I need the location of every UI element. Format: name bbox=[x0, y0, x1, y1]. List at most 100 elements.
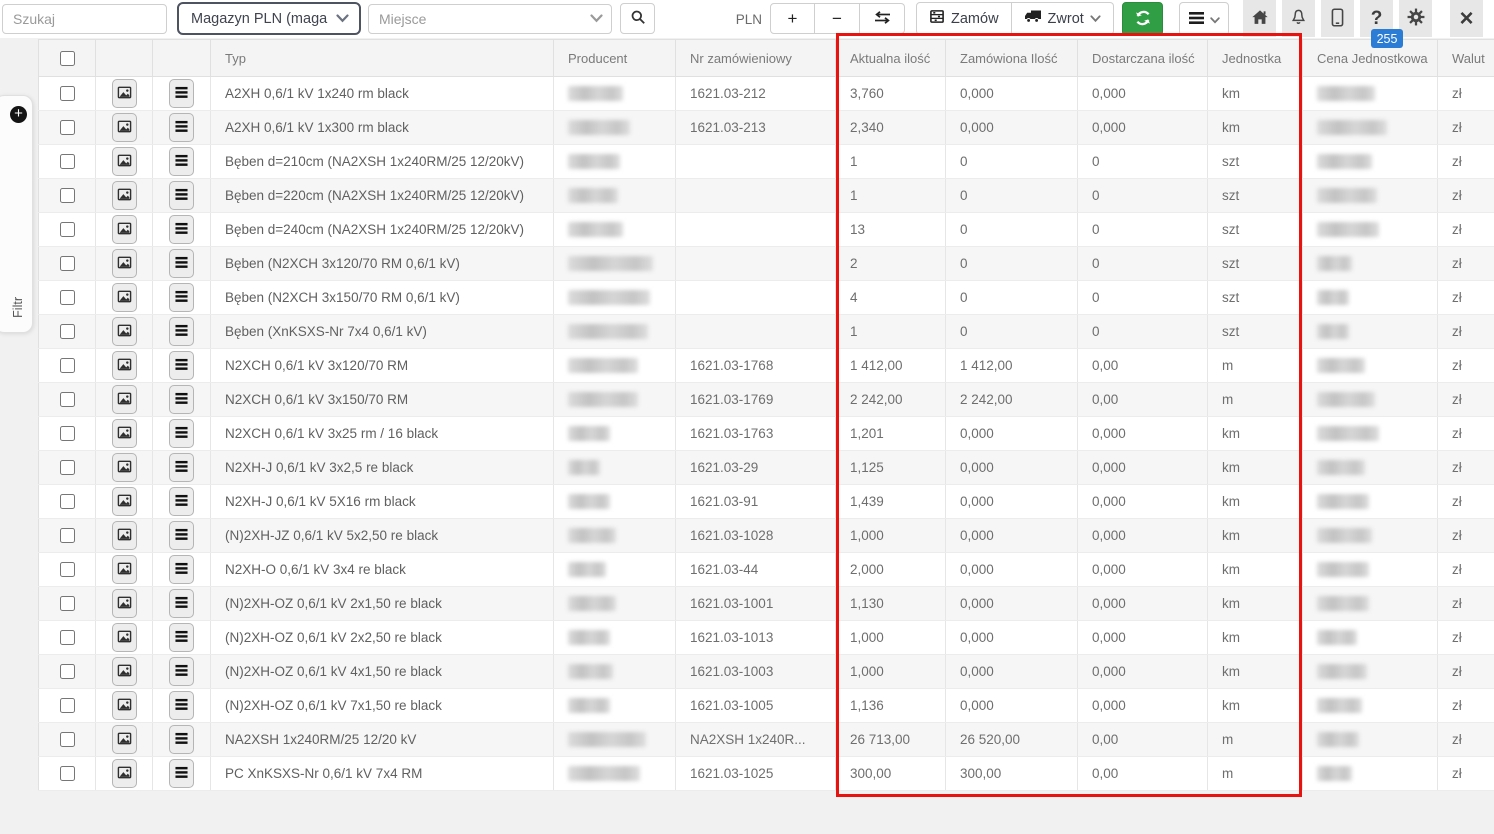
row-checkbox[interactable] bbox=[60, 664, 75, 679]
column-header-jednostka[interactable]: Jednostka bbox=[1208, 40, 1303, 77]
row-menu-button[interactable] bbox=[169, 113, 194, 142]
row-menu-button[interactable] bbox=[169, 555, 194, 584]
column-header-producent[interactable]: Producent bbox=[554, 40, 676, 77]
row-checkbox[interactable] bbox=[60, 86, 75, 101]
row-checkbox[interactable] bbox=[60, 766, 75, 781]
table-row[interactable]: Bęben (N2XCH 3x150/70 RM 0,6/1 kV)400szt… bbox=[39, 281, 1494, 315]
warehouse-select[interactable]: Magazyn PLN (maga bbox=[177, 2, 361, 35]
row-checkbox[interactable] bbox=[60, 528, 75, 543]
table-row[interactable]: Bęben (XnKSXS-Nr 7x4 0,6/1 kV)100sztzł bbox=[39, 315, 1494, 349]
image-button[interactable] bbox=[112, 555, 137, 584]
list-menu-button[interactable] bbox=[1179, 2, 1229, 36]
row-checkbox[interactable] bbox=[60, 324, 75, 339]
table-row[interactable]: (N)2XH-OZ 0,6/1 kV 2x1,50 re black1621.0… bbox=[39, 587, 1494, 621]
image-button[interactable] bbox=[112, 147, 137, 176]
table-row[interactable]: Bęben d=240cm (NA2XSH 1x240RM/25 12/20kV… bbox=[39, 213, 1494, 247]
row-menu-button[interactable] bbox=[169, 589, 194, 618]
row-menu-button[interactable] bbox=[169, 181, 194, 210]
image-button[interactable] bbox=[112, 249, 137, 278]
row-menu-button[interactable] bbox=[169, 79, 194, 108]
column-header-waluta[interactable]: Walut bbox=[1438, 40, 1494, 77]
table-row[interactable]: PC XnKSXS-Nr 0,6/1 kV 7x4 RM1621.03-1025… bbox=[39, 757, 1494, 791]
image-button[interactable] bbox=[112, 181, 137, 210]
table-row[interactable]: (N)2XH-OZ 0,6/1 kV 2x2,50 re black1621.0… bbox=[39, 621, 1494, 655]
table-row[interactable]: Bęben (N2XCH 3x120/70 RM 0,6/1 kV)200szt… bbox=[39, 247, 1494, 281]
row-checkbox[interactable] bbox=[60, 222, 75, 237]
row-menu-button[interactable] bbox=[169, 487, 194, 516]
row-checkbox[interactable] bbox=[60, 562, 75, 577]
order-button[interactable]: Zamów bbox=[916, 2, 1012, 35]
table-row[interactable]: N2XCH 0,6/1 kV 3x25 rm / 16 black1621.03… bbox=[39, 417, 1494, 451]
table-row[interactable]: (N)2XH-OZ 0,6/1 kV 4x1,50 re black1621.0… bbox=[39, 655, 1494, 689]
row-checkbox[interactable] bbox=[60, 596, 75, 611]
image-button[interactable] bbox=[112, 419, 137, 448]
mobile-button[interactable] bbox=[1321, 0, 1354, 37]
image-button[interactable] bbox=[112, 623, 137, 652]
image-button[interactable] bbox=[112, 215, 137, 244]
row-menu-button[interactable] bbox=[169, 283, 194, 312]
row-checkbox[interactable] bbox=[60, 732, 75, 747]
column-header-aktualna-ilosc[interactable]: Aktualna ilość bbox=[836, 40, 946, 77]
row-menu-button[interactable] bbox=[169, 317, 194, 346]
image-button[interactable] bbox=[112, 283, 137, 312]
image-button[interactable] bbox=[112, 351, 137, 380]
image-button[interactable] bbox=[112, 79, 137, 108]
image-button[interactable] bbox=[112, 521, 137, 550]
subtract-button[interactable]: − bbox=[815, 3, 860, 34]
image-button[interactable] bbox=[112, 453, 137, 482]
place-input[interactable] bbox=[371, 6, 590, 32]
close-button[interactable]: × bbox=[1450, 0, 1483, 37]
chevron-down-icon[interactable] bbox=[590, 10, 603, 28]
return-button[interactable]: Zwrot bbox=[1012, 2, 1114, 35]
row-checkbox[interactable] bbox=[60, 358, 75, 373]
row-checkbox[interactable] bbox=[60, 630, 75, 645]
column-header-typ[interactable]: Typ bbox=[211, 40, 554, 77]
settings-button[interactable] bbox=[1399, 0, 1432, 37]
table-row[interactable]: N2XH-J 0,6/1 kV 5X16 rm black1621.03-911… bbox=[39, 485, 1494, 519]
image-button[interactable] bbox=[112, 487, 137, 516]
row-menu-button[interactable] bbox=[169, 419, 194, 448]
column-header-cena-jednostkowa[interactable]: Cena Jednostkowa bbox=[1303, 40, 1438, 77]
refresh-button[interactable] bbox=[1122, 2, 1163, 36]
table-row[interactable]: A2XH 0,6/1 kV 1x240 rm black1621.03-2123… bbox=[39, 77, 1494, 111]
row-checkbox[interactable] bbox=[60, 256, 75, 271]
table-row[interactable]: Bęben d=210cm (NA2XSH 1x240RM/25 12/20kV… bbox=[39, 145, 1494, 179]
row-checkbox[interactable] bbox=[60, 290, 75, 305]
image-button[interactable] bbox=[112, 691, 137, 720]
column-header-dostarczana-ilosc[interactable]: Dostarczana ilość bbox=[1078, 40, 1208, 77]
image-button[interactable] bbox=[112, 317, 137, 346]
table-row[interactable]: (N)2XH-JZ 0,6/1 kV 5x2,50 re black1621.0… bbox=[39, 519, 1494, 553]
column-header-zamowiona-ilosc[interactable]: Zamówiona Ilość bbox=[946, 40, 1078, 77]
add-button[interactable]: + bbox=[770, 3, 815, 34]
image-button[interactable] bbox=[112, 657, 137, 686]
search-button[interactable] bbox=[620, 3, 655, 34]
search-input[interactable] bbox=[2, 4, 167, 34]
image-button[interactable] bbox=[112, 725, 137, 754]
notifications-button[interactable] bbox=[1282, 0, 1315, 37]
table-row[interactable]: A2XH 0,6/1 kV 1x300 rm black1621.03-2132… bbox=[39, 111, 1494, 145]
row-menu-button[interactable] bbox=[169, 215, 194, 244]
row-menu-button[interactable] bbox=[169, 657, 194, 686]
row-checkbox[interactable] bbox=[60, 188, 75, 203]
select-all-checkbox[interactable] bbox=[60, 51, 75, 66]
table-row[interactable]: N2XCH 0,6/1 kV 3x120/70 RM1621.03-17681 … bbox=[39, 349, 1494, 383]
image-button[interactable] bbox=[112, 759, 137, 788]
row-checkbox[interactable] bbox=[60, 460, 75, 475]
table-row[interactable]: (N)2XH-OZ 0,6/1 kV 7x1,50 re black1621.0… bbox=[39, 689, 1494, 723]
image-button[interactable] bbox=[112, 113, 137, 142]
row-menu-button[interactable] bbox=[169, 249, 194, 278]
row-menu-button[interactable] bbox=[169, 759, 194, 788]
table-row[interactable]: N2XH-J 0,6/1 kV 3x2,5 re black1621.03-29… bbox=[39, 451, 1494, 485]
add-filter-icon[interactable]: + bbox=[10, 106, 27, 123]
row-checkbox[interactable] bbox=[60, 494, 75, 509]
row-checkbox[interactable] bbox=[60, 392, 75, 407]
row-checkbox[interactable] bbox=[60, 698, 75, 713]
row-checkbox[interactable] bbox=[60, 154, 75, 169]
row-menu-button[interactable] bbox=[169, 521, 194, 550]
row-menu-button[interactable] bbox=[169, 691, 194, 720]
row-checkbox[interactable] bbox=[60, 120, 75, 135]
table-row[interactable]: N2XH-O 0,6/1 kV 3x4 re black1621.03-442,… bbox=[39, 553, 1494, 587]
image-button[interactable] bbox=[112, 589, 137, 618]
transfer-button[interactable] bbox=[860, 3, 905, 34]
row-checkbox[interactable] bbox=[60, 426, 75, 441]
